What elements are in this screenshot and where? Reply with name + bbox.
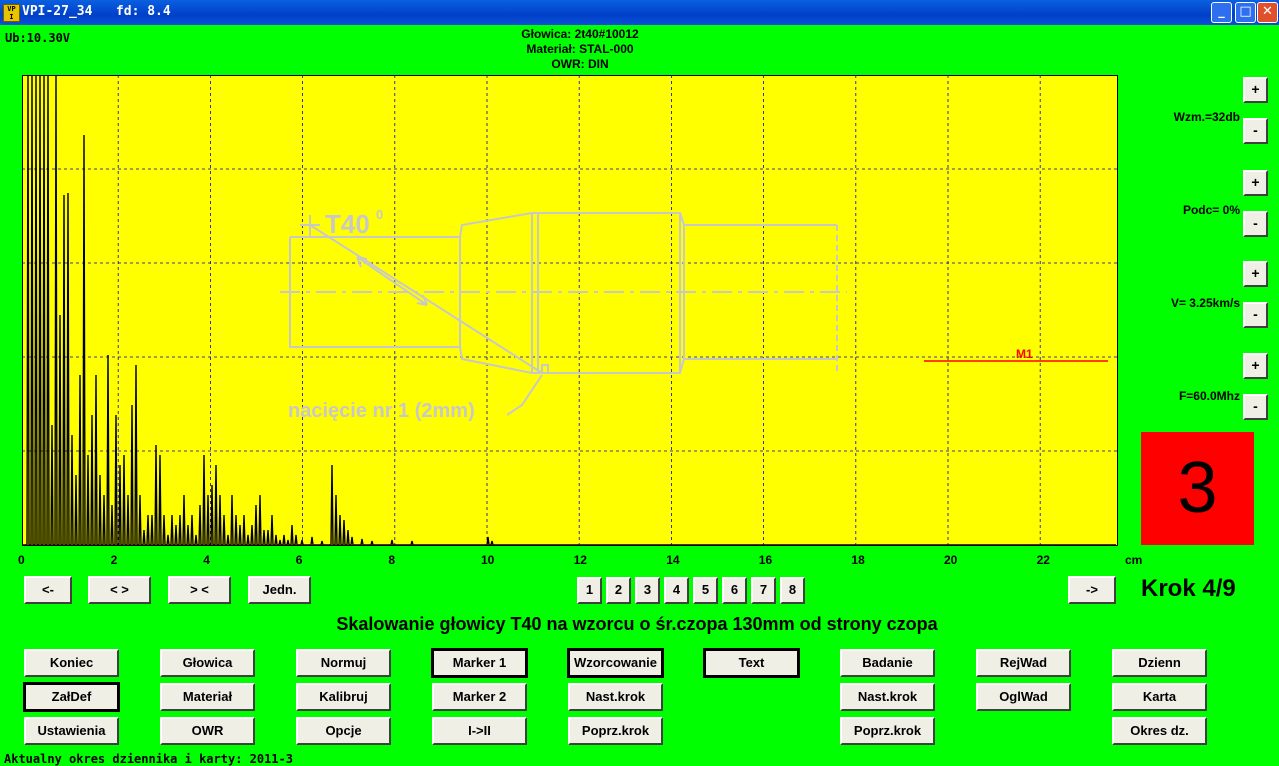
velocity-label: V= 3.25km/s [1170, 296, 1240, 310]
probe-info: Głowica: 2t40#10012 Materiał: STAL-000 O… [440, 27, 720, 72]
okres-button[interactable]: Okres dz. [1112, 717, 1207, 745]
frequency-minus-button[interactable]: - [1243, 394, 1268, 420]
prev-step-button[interactable]: Poprz.krok [568, 717, 663, 745]
gain-minus-button[interactable]: - [1243, 118, 1268, 144]
velocity-plus-button[interactable]: + [1243, 261, 1268, 287]
switch-i-ii-button[interactable]: I->II [432, 717, 527, 745]
marker-m1-label: M1 [1016, 347, 1033, 361]
status-bar: Aktualny okres dziennika i karty: 2011-3 [4, 752, 293, 766]
page-button-1[interactable]: 1 [577, 577, 602, 604]
instruction-headline: Skalowanie głowicy T40 na wzorcu o śr.cz… [336, 614, 938, 634]
close-button[interactable]: ✕ [1257, 2, 1278, 23]
frequency-plus-button[interactable]: + [1243, 353, 1268, 379]
gain-plus-button[interactable]: + [1243, 77, 1268, 103]
zaldef-button[interactable]: ZałDef [23, 682, 120, 712]
marker2-button[interactable]: Marker 2 [432, 683, 527, 711]
badanie-next-step-button[interactable]: Nast.krok [840, 683, 935, 711]
karta-button[interactable]: Karta [1112, 683, 1207, 711]
page-button-3[interactable]: 3 [635, 577, 660, 604]
step-indicator: 3 [1141, 432, 1254, 545]
x-tick-label: 0 [18, 553, 25, 567]
block-drawing [280, 212, 847, 416]
minimize-button[interactable]: _ [1211, 2, 1232, 23]
rejwad-button[interactable]: RejWad [976, 649, 1071, 677]
koniec-button[interactable]: Koniec [24, 649, 119, 677]
page-button-7[interactable]: 7 [751, 577, 776, 604]
app-icon: VP I [3, 4, 20, 22]
zoom-out-button[interactable]: > < [168, 576, 231, 604]
notch-label: nacięcie nr 1 (2mm) [288, 400, 475, 422]
x-tick-label: 20 [944, 553, 958, 567]
x-tick-label: 14 [666, 553, 680, 567]
velocity-minus-button[interactable]: - [1243, 302, 1268, 328]
ascan-svg: T40 0 nacięcie nr 1 (2mm) M1 [22, 75, 1118, 546]
oglwad-button[interactable]: OglWad [976, 683, 1071, 711]
glowica-button[interactable]: Głowica [160, 649, 255, 677]
marker1-button[interactable]: Marker 1 [431, 648, 528, 678]
material-button[interactable]: Materiał [160, 683, 255, 711]
suppression-plus-button[interactable]: + [1243, 170, 1268, 196]
page-button-2[interactable]: 2 [606, 577, 631, 604]
x-tick-label: 4 [203, 553, 210, 567]
suppression-minus-button[interactable]: - [1243, 211, 1268, 237]
page-button-4[interactable]: 4 [664, 577, 689, 604]
x-tick-label: 12 [573, 553, 587, 567]
ascan-trace [22, 75, 1116, 546]
x-tick-label: 8 [388, 553, 396, 567]
x-tick-label: 22 [1036, 553, 1050, 567]
x-tick-label: 16 [758, 553, 773, 567]
voltage-readout: Ub:10.30V [5, 31, 71, 45]
owr-button[interactable]: OWR [160, 717, 255, 745]
badanie-prev-step-button[interactable]: Poprz.krok [840, 717, 935, 745]
x-tick-label: 6 [295, 553, 303, 567]
maximize-button[interactable]: □ [1235, 2, 1256, 23]
drawing-degree: 0 [376, 207, 383, 222]
dziennik-button[interactable]: Dzienn [1112, 649, 1207, 677]
plot-grid [22, 75, 1118, 546]
x-tick-label: 18 [851, 553, 865, 567]
step-counter: Krok 4/9 [1141, 575, 1236, 602]
kalibruj-button[interactable]: Kalibruj [296, 683, 391, 711]
probe-owr: OWR: DIN [551, 57, 609, 71]
page-button-8[interactable]: 8 [780, 577, 805, 604]
title-bar: VP I VPI-27_34 fd: 8.4 _ □ ✕ [0, 0, 1279, 25]
probe-material: Materiał: STAL-000 [526, 42, 634, 56]
page-button-6[interactable]: 6 [722, 577, 747, 604]
drawing-title: T40 [325, 209, 370, 239]
gain-label: Wzm.=32db [1173, 110, 1240, 124]
units-button[interactable]: Jedn. [248, 576, 311, 604]
normuj-button[interactable]: Normuj [296, 649, 391, 677]
suppression-label: Podc= 0% [1182, 203, 1240, 217]
x-tick-label: 10 [481, 553, 495, 567]
badanie-button[interactable]: Badanie [840, 649, 935, 677]
wzorcowanie-button[interactable]: Wzorcowanie [567, 648, 664, 678]
x-axis-unit: cm [1125, 553, 1143, 567]
scroll-left-button[interactable]: <- [24, 576, 72, 604]
text-button[interactable]: Text [703, 648, 800, 678]
x-tick-label: 2 [110, 553, 118, 567]
next-step-button[interactable]: Nast.krok [568, 683, 663, 711]
zoom-in-button[interactable]: < > [88, 576, 151, 604]
page-button-5[interactable]: 5 [693, 577, 718, 604]
opcje-button[interactable]: Opcje [296, 717, 391, 745]
ustawienia-button[interactable]: Ustawienia [24, 717, 119, 745]
probe-glowica: Głowica: 2t40#10012 [521, 27, 639, 41]
frequency-label: F=60.0Mhz [1178, 389, 1240, 403]
scroll-right-button[interactable]: -> [1068, 576, 1116, 604]
window-title: VPI-27_34 fd: 8.4 [22, 4, 171, 19]
